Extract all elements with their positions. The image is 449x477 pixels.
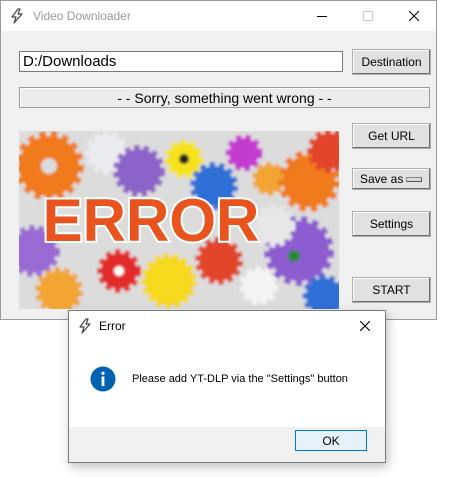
maximize-button[interactable] [345, 1, 391, 31]
save-as-label: Save as [360, 172, 404, 186]
close-icon [360, 321, 370, 331]
app-icon [11, 8, 23, 24]
minimize-button[interactable] [299, 1, 345, 31]
destination-path-input[interactable] [19, 51, 343, 72]
main-window: Video Downloader Destination - - Sorry, … [0, 0, 437, 320]
minimize-icon [317, 16, 327, 17]
ok-button-label: OK [322, 433, 340, 448]
menubutton-indicator-icon [406, 177, 422, 182]
dialog-title-bar[interactable]: Error [69, 311, 385, 341]
close-icon [409, 11, 419, 21]
window-title: Video Downloader [33, 9, 131, 23]
title-bar[interactable]: Video Downloader [1, 1, 436, 31]
settings-button-label: Settings [369, 217, 414, 231]
error-image: ERROR [19, 131, 339, 309]
error-gears-image: ERROR [19, 131, 339, 309]
destination-button[interactable]: Destination [352, 49, 431, 75]
destination-button-label: Destination [361, 55, 422, 69]
dialog-title: Error [99, 319, 126, 333]
status-bar: - - Sorry, something went wrong - - [19, 87, 430, 108]
dialog-app-icon [79, 318, 91, 334]
start-button[interactable]: START [352, 277, 431, 303]
close-button[interactable] [391, 1, 437, 31]
get-url-button[interactable]: Get URL [352, 123, 431, 149]
save-as-menubutton[interactable]: Save as [352, 168, 431, 190]
error-image-text: ERROR [43, 187, 260, 254]
maximize-icon [363, 11, 373, 21]
client-area: Destination - - Sorry, something went wr… [1, 31, 436, 319]
settings-button[interactable]: Settings [352, 211, 431, 237]
get-url-button-label: Get URL [368, 129, 415, 143]
ok-button[interactable]: OK [295, 430, 367, 451]
start-button-label: START [372, 283, 411, 297]
dialog-message: Please add YT-DLP via the "Settings" but… [132, 373, 348, 385]
status-text: - - Sorry, something went wrong - - [117, 89, 332, 106]
error-dialog: Error Please add YT-DLP via the "Setting… [68, 310, 386, 463]
info-icon [90, 366, 116, 392]
dialog-close-button[interactable] [345, 311, 385, 341]
dialog-body: Please add YT-DLP via the "Settings" but… [69, 341, 385, 427]
